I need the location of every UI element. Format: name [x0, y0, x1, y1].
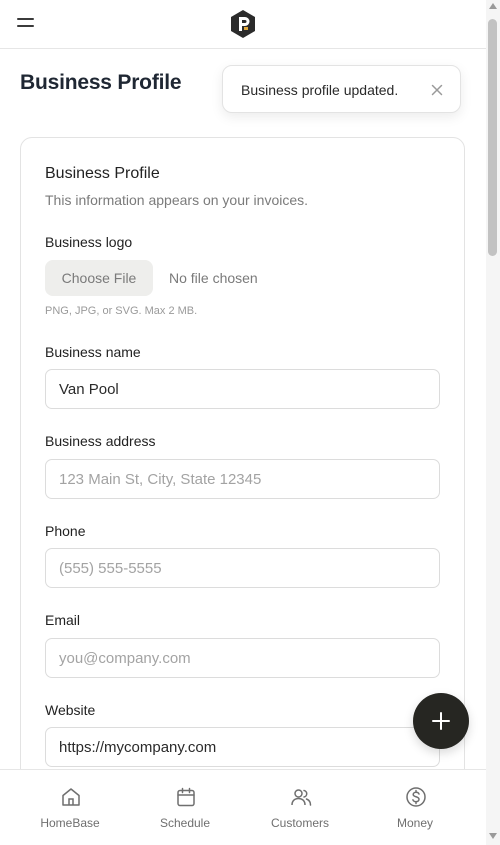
logo-hint-text: PNG, JPG, or SVG. Max 2 MB. [45, 305, 198, 317]
success-toast: Business profile updated. [222, 65, 461, 113]
business-name-label: Business name [45, 344, 141, 360]
close-icon[interactable] [429, 82, 445, 98]
dollar-circle-icon [406, 787, 426, 807]
toast-message: Business profile updated. [241, 82, 399, 98]
website-label: Website [45, 702, 96, 718]
business-logo-label: Business logo [45, 234, 133, 250]
nav-label-money: Money [396, 816, 434, 830]
top-bar [0, 0, 486, 49]
plus-icon [432, 712, 450, 730]
business-address-label: Business address [45, 433, 156, 449]
calendar-icon [177, 787, 195, 807]
app-logo-icon[interactable] [229, 9, 257, 39]
file-status-text: No file chosen [169, 270, 258, 286]
scroll-up-arrow-icon[interactable] [489, 3, 497, 9]
page-title: Business Profile [20, 71, 182, 94]
card-title: Business Profile [45, 165, 160, 182]
home-icon [62, 788, 80, 806]
nav-item-homebase[interactable]: HomeBase [20, 770, 120, 845]
card-subtitle: This information appears on your invoice… [45, 192, 309, 208]
business-name-input[interactable] [45, 369, 440, 409]
bottom-nav: HomeBase Schedule Customers Money [0, 769, 486, 845]
phone-input[interactable] [45, 548, 440, 588]
scroll-down-arrow-icon[interactable] [489, 833, 497, 839]
nav-label-schedule: Schedule [159, 816, 211, 830]
nav-item-customers[interactable]: Customers [250, 770, 350, 845]
business-address-input[interactable] [45, 459, 440, 499]
email-label: Email [45, 612, 81, 628]
phone-label: Phone [45, 523, 86, 539]
email-input[interactable] [45, 638, 440, 678]
hamburger-menu-icon[interactable] [17, 16, 35, 30]
nav-item-schedule[interactable]: Schedule [135, 770, 235, 845]
nav-label-homebase: HomeBase [40, 816, 100, 830]
website-input[interactable] [45, 727, 440, 767]
add-button[interactable] [413, 693, 469, 749]
nav-label-customers: Customers [270, 816, 329, 830]
users-icon [291, 789, 312, 806]
scrollbar-thumb[interactable] [488, 19, 497, 256]
choose-file-button[interactable]: Choose File [45, 260, 153, 296]
nav-item-money[interactable]: Money [365, 770, 465, 845]
